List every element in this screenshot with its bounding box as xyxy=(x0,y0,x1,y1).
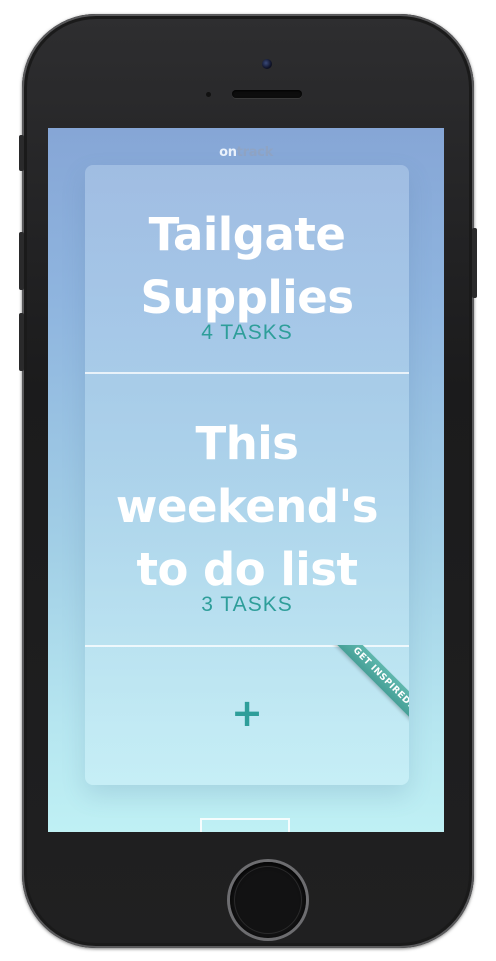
list-title-line: Supplies xyxy=(140,271,354,324)
proximity-sensor xyxy=(206,92,211,97)
front-camera-icon xyxy=(262,59,272,69)
list-title-line: This xyxy=(195,417,299,470)
volume-up-button xyxy=(19,232,24,290)
list-title: Tailgate Supplies xyxy=(85,203,409,329)
list-item-weekend-todo[interactable]: This weekend's to do list 3 TASKS xyxy=(85,412,409,617)
power-button xyxy=(472,228,477,298)
add-list-button[interactable]: + xyxy=(229,694,265,732)
list-task-count: 3 TASKS xyxy=(201,593,293,616)
home-button[interactable] xyxy=(230,862,306,938)
get-inspired-ribbon[interactable]: GET INSPIRED! xyxy=(329,645,409,725)
list-item-tailgate-supplies[interactable]: Tailgate Supplies 4 TASKS xyxy=(85,203,409,345)
logo-on: on xyxy=(219,145,237,160)
app-screen: ontrack Tailgate Supplies 4 TASKS This w… xyxy=(48,128,444,832)
list-title-line: weekend's xyxy=(115,480,379,533)
list-divider xyxy=(85,372,409,374)
get-inspired-label: GET INSPIRED! xyxy=(334,645,409,725)
list-task-count: 4 TASKS xyxy=(201,321,293,344)
home-button-ring xyxy=(234,866,302,934)
list-title-line: to do list xyxy=(136,543,358,596)
list-title-line: Tailgate xyxy=(148,208,346,261)
lists-card: Tailgate Supplies 4 TASKS This weekend's… xyxy=(85,165,409,785)
bottom-tab-handle[interactable] xyxy=(200,818,290,832)
logo-track: track xyxy=(236,145,274,160)
app-logo: ontrack xyxy=(48,145,444,160)
mute-switch xyxy=(19,135,24,171)
volume-down-button xyxy=(19,313,24,371)
list-title: This weekend's to do list xyxy=(85,412,409,601)
earpiece-speaker xyxy=(232,90,302,98)
